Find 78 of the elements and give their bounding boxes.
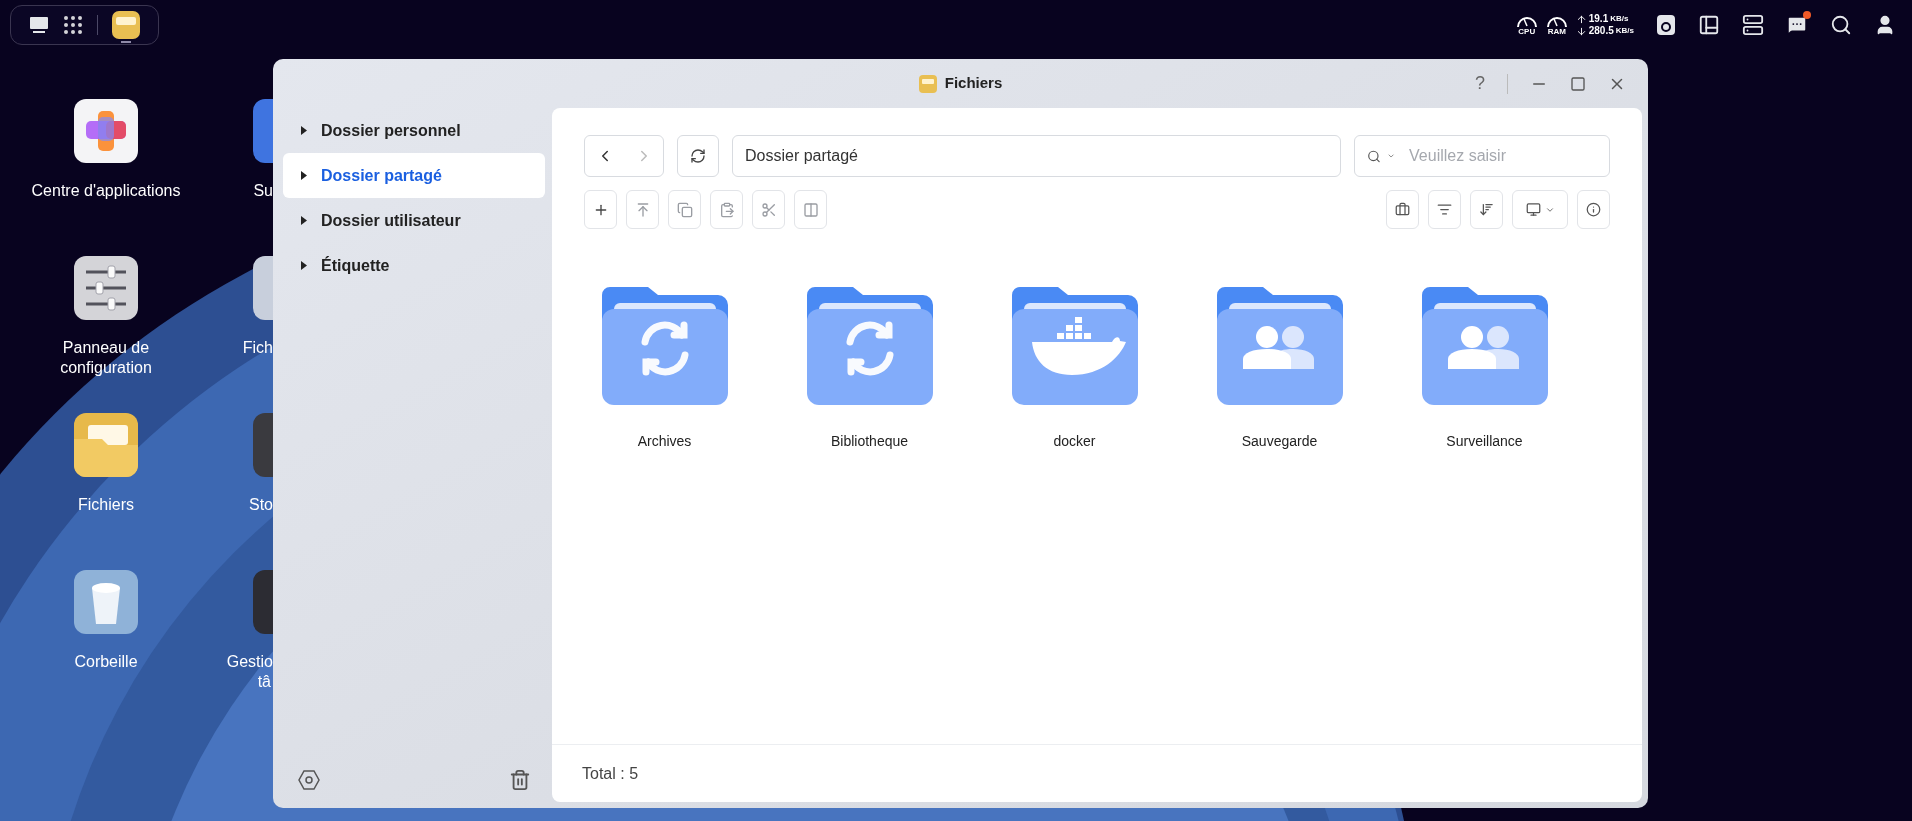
folder-icon[interactable] (1011, 285, 1138, 405)
app-grid-icon[interactable] (63, 15, 83, 35)
search-field[interactable]: Veuillez saisir (1354, 135, 1610, 177)
apps-icon[interactable] (74, 99, 138, 163)
search-input[interactable]: Veuillez saisir (1409, 144, 1597, 168)
window-title: Fichiers (944, 73, 1003, 94)
monitor-icon (1525, 202, 1541, 217)
folder-app-icon[interactable] (112, 11, 140, 39)
layout-icon[interactable] (1698, 14, 1720, 36)
sync-icon[interactable] (1656, 14, 1676, 36)
folder-name: docker (1053, 432, 1096, 451)
chat-icon[interactable] (1786, 14, 1808, 36)
briefcase-button[interactable] (1386, 190, 1419, 229)
folder-icon[interactable] (74, 413, 138, 477)
folder-icon[interactable] (1421, 285, 1548, 405)
gauge-label: RAM (1547, 28, 1566, 36)
gauge-label: CPU (1518, 28, 1536, 36)
trash-bin-icon[interactable] (74, 570, 138, 634)
gauge-icon (1545, 14, 1568, 28)
path-field[interactable]: Dossier partagé (732, 135, 1341, 177)
filter-icon (1437, 202, 1452, 217)
sort-icon (1479, 202, 1494, 217)
desktop-icon-label: Fich (242, 338, 273, 358)
folder-name: Bibliotheque (830, 432, 909, 451)
sidebar-item[interactable]: Dossier partagé (283, 153, 545, 198)
desktop-icon-label: Panneau de configuration (59, 338, 153, 378)
desktop-icon-label: Su (253, 181, 273, 201)
folder-icon[interactable] (601, 285, 728, 405)
view-button[interactable] (1512, 190, 1568, 229)
download-arrow-icon (1575, 25, 1587, 37)
folder-name: Surveillance (1446, 432, 1523, 451)
refresh-button[interactable] (677, 135, 719, 177)
caret-icon (301, 261, 307, 270)
speed-unit: KB/s (1610, 13, 1629, 25)
sliders-icon[interactable] (74, 256, 138, 320)
info-button[interactable] (1577, 190, 1610, 229)
desktop-icon-label: Sto (249, 495, 273, 515)
desktop-icon-label: Centre d'applications (31, 181, 181, 201)
app-icon[interactable] (253, 256, 273, 320)
paste-icon (718, 201, 735, 218)
folder-icon[interactable] (1216, 285, 1343, 405)
desktop-icon[interactable] (29, 16, 49, 34)
info-icon (1586, 202, 1601, 217)
folder-name: Sauvegarde (1241, 432, 1318, 451)
upload-arrow-icon (1575, 13, 1587, 25)
server-icon[interactable] (1742, 14, 1764, 36)
trash-icon[interactable] (509, 769, 531, 791)
desktop-icon-label: Fichiers (77, 495, 135, 515)
columns-icon (802, 201, 819, 218)
sort-button[interactable] (1470, 190, 1503, 229)
upload-speed: 19.1 (1588, 13, 1609, 25)
help-button[interactable]: ? (1475, 70, 1485, 97)
folder-icon[interactable] (806, 285, 933, 405)
folder-name: Archives (637, 432, 692, 451)
sidebar-item[interactable]: Étiquette (283, 243, 545, 288)
caret-icon (301, 171, 307, 180)
sidebar-item[interactable]: Dossier personnel (283, 108, 545, 153)
caret-icon (301, 216, 307, 225)
speed-unit: KB/s (1615, 25, 1634, 37)
folder-icon (918, 74, 937, 93)
briefcase-icon (1395, 202, 1410, 217)
scissors-icon (760, 201, 777, 218)
app-icon[interactable] (253, 99, 273, 163)
desktop-icon-label: tâ (257, 672, 272, 692)
settings-icon[interactable] (297, 768, 321, 792)
desktop-icon-label: Corbeille (73, 652, 139, 672)
refresh-icon (690, 148, 706, 164)
plus-button[interactable] (584, 190, 617, 229)
copy-icon (676, 201, 693, 218)
search-icon[interactable] (1830, 14, 1852, 36)
item-count: Total : 5 (582, 763, 639, 784)
caret-icon (301, 126, 307, 135)
sidebar-item[interactable]: Dossier utilisateur (283, 198, 545, 243)
filter-button[interactable] (1428, 190, 1461, 229)
maximize-icon[interactable] (1570, 75, 1586, 92)
download-speed: 280.5 (1588, 25, 1614, 37)
gauge-icon (1515, 14, 1538, 28)
desktop-icon-label: Gestio (226, 652, 273, 672)
